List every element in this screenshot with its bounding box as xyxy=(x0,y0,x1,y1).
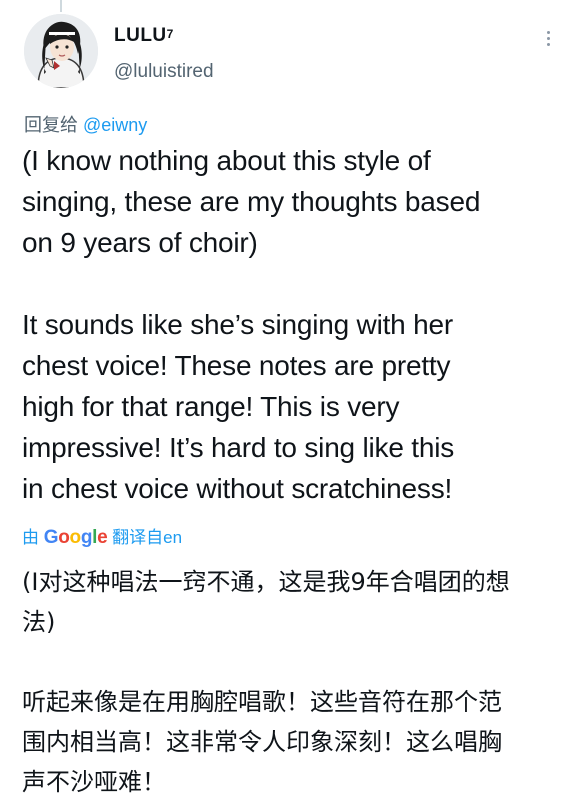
tweet-line: high for that range! This is very xyxy=(22,391,400,422)
google-logo: Google xyxy=(43,527,108,548)
translation-line: 声不沙哑难！ xyxy=(22,768,166,796)
tweet-line: in chest voice without scratchiness! xyxy=(22,473,453,504)
more-options-icon[interactable] xyxy=(541,28,555,52)
avatar[interactable] xyxy=(24,14,98,88)
translation-line: 围内相当高！这非常令人印象深刻！这么唱胸 xyxy=(22,728,502,756)
translated-by-prefix: 由 xyxy=(22,528,39,547)
tweet-line: on 9 years of choir) xyxy=(22,227,258,258)
tweet-line: It sounds like she’s singing with her xyxy=(22,309,453,340)
tweet-text: (I know nothing about this style of sing… xyxy=(22,140,562,509)
user-handle[interactable]: @luluistired xyxy=(114,60,214,84)
reply-to-prefix: 回复给 xyxy=(24,115,78,135)
tweet-line: impressive! It’s hard to sing like this xyxy=(22,432,455,463)
display-name[interactable]: LULU7 xyxy=(114,24,214,48)
thread-connector-line xyxy=(60,0,62,12)
translated-text: (I对这种唱法一窍不通，这是我9年合唱团的想 法) 听起来像是在用胸腔唱歌！这些… xyxy=(22,562,557,802)
user-name-block: LULU7 @luluistired xyxy=(114,24,214,84)
tweet-line: chest voice! These notes are pretty xyxy=(22,350,451,381)
translation-line: 法) xyxy=(22,608,56,636)
translation-line: (I对这种唱法一窍不通，这是我9年合唱团的想 xyxy=(22,568,510,596)
translated-from-label: 翻译自en xyxy=(112,528,183,547)
translation-line: 听起来像是在用胸腔唱歌！这些音符在那个范 xyxy=(22,688,502,716)
reply-mention-link[interactable]: @eiwny xyxy=(83,115,147,135)
avatar-illustration-icon xyxy=(24,14,98,88)
translated-by-google-link[interactable]: 由 Google 翻译自en xyxy=(22,524,182,552)
display-name-suffix: 7 xyxy=(166,27,174,41)
reply-to-line: 回复给 @eiwny xyxy=(24,113,147,137)
tweet-line: singing, these are my thoughts based xyxy=(22,186,481,217)
display-name-text: LULU xyxy=(114,25,167,46)
tweet-header: LULU7 @luluistired xyxy=(24,14,557,94)
tweet-line: (I know nothing about this style of xyxy=(22,145,431,176)
